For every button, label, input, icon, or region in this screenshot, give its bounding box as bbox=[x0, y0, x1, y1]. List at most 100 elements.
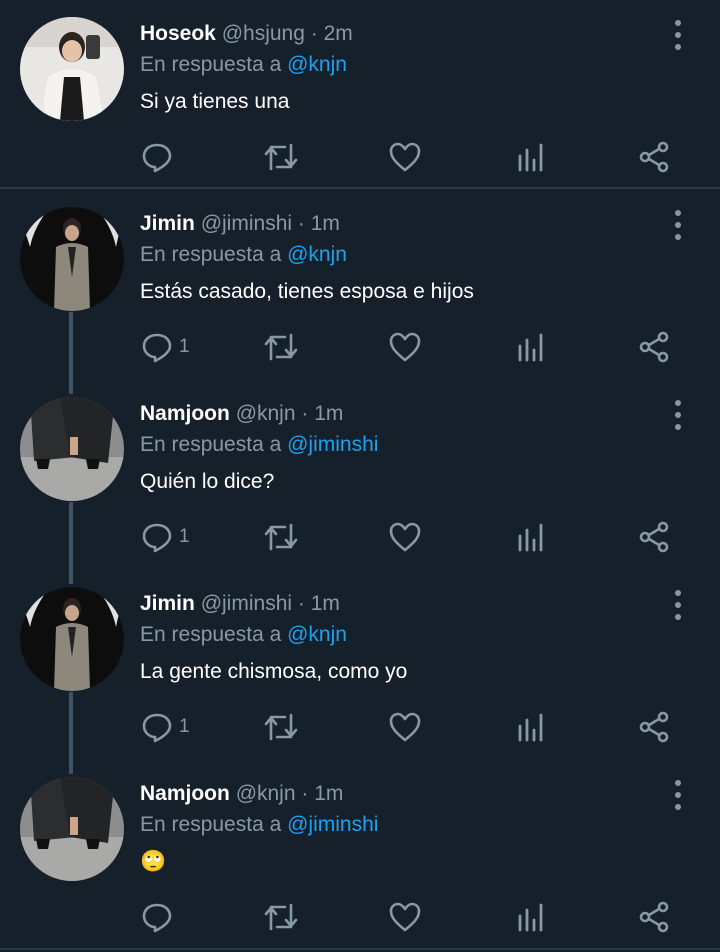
share-button[interactable] bbox=[638, 708, 670, 746]
timestamp[interactable]: 1m bbox=[311, 212, 340, 235]
like-icon bbox=[389, 142, 421, 172]
tweet[interactable]: Jimin @jiminshi · 1m En respuesta a @knj… bbox=[0, 570, 720, 760]
avatar[interactable] bbox=[20, 17, 124, 121]
tweet-text: 🙄 bbox=[140, 850, 167, 873]
reply-icon bbox=[142, 903, 172, 933]
retweet-button[interactable] bbox=[263, 138, 299, 176]
author-handle[interactable]: @jiminshi bbox=[201, 212, 292, 235]
more-icon[interactable] bbox=[668, 590, 688, 620]
reply-count: 1 bbox=[179, 526, 190, 547]
stats-button[interactable] bbox=[516, 708, 546, 746]
reply-prefix: En respuesta a bbox=[140, 433, 282, 456]
share-button[interactable] bbox=[638, 518, 670, 556]
tweet-header: Jimin @jiminshi · 1m bbox=[140, 210, 340, 238]
like-button[interactable] bbox=[389, 708, 421, 746]
reply-button[interactable] bbox=[141, 138, 179, 176]
reply-icon bbox=[142, 333, 172, 363]
tweet-text: Estás casado, tienes esposa e hijos bbox=[140, 280, 474, 303]
avatar[interactable] bbox=[20, 207, 124, 311]
share-button[interactable] bbox=[638, 328, 670, 366]
author-handle[interactable]: @knjn bbox=[236, 402, 296, 425]
retweet-button[interactable] bbox=[263, 328, 299, 366]
tweet-text: Si ya tienes una bbox=[140, 90, 290, 113]
like-button[interactable] bbox=[389, 328, 421, 366]
avatar[interactable] bbox=[20, 397, 124, 501]
stats-icon bbox=[518, 903, 543, 932]
more-icon[interactable] bbox=[668, 20, 688, 50]
author-handle[interactable]: @jiminshi bbox=[201, 592, 292, 615]
separator-dot: · bbox=[297, 592, 305, 615]
action-bar bbox=[0, 138, 720, 176]
like-button[interactable] bbox=[389, 138, 421, 176]
tweet-header: Namjoon @knjn · 1m bbox=[140, 780, 343, 808]
like-icon bbox=[389, 522, 421, 552]
stats-button[interactable] bbox=[516, 898, 546, 936]
retweet-button[interactable] bbox=[263, 898, 299, 936]
action-bar: 1 bbox=[0, 708, 720, 746]
share-icon bbox=[639, 711, 669, 743]
stats-icon bbox=[518, 143, 543, 172]
stats-button[interactable] bbox=[516, 328, 546, 366]
retweet-button[interactable] bbox=[263, 708, 299, 746]
reply-context: En respuesta a @jiminshi bbox=[140, 431, 378, 459]
tweet[interactable]: Namjoon @knjn · 1m En respuesta a @jimin… bbox=[0, 760, 720, 950]
reply-icon bbox=[142, 523, 172, 553]
reply-mention[interactable]: @knjn bbox=[287, 623, 347, 646]
separator-dot: · bbox=[297, 212, 305, 235]
timestamp[interactable]: 2m bbox=[324, 22, 353, 45]
reply-button[interactable]: 1 bbox=[141, 708, 190, 746]
more-icon[interactable] bbox=[668, 400, 688, 430]
share-button[interactable] bbox=[638, 138, 670, 176]
author-name[interactable]: Namjoon bbox=[140, 782, 230, 805]
like-icon bbox=[389, 332, 421, 362]
share-icon bbox=[639, 141, 669, 173]
timestamp[interactable]: 1m bbox=[314, 402, 343, 425]
avatar[interactable] bbox=[20, 587, 124, 691]
retweet-icon bbox=[264, 523, 298, 551]
reply-mention[interactable]: @knjn bbox=[287, 243, 347, 266]
more-icon[interactable] bbox=[668, 780, 688, 810]
like-icon bbox=[389, 712, 421, 742]
share-icon bbox=[639, 521, 669, 553]
author-handle[interactable]: @hsjung bbox=[222, 22, 305, 45]
reply-context: En respuesta a @knjn bbox=[140, 241, 347, 269]
reply-prefix: En respuesta a bbox=[140, 813, 282, 836]
avatar[interactable] bbox=[20, 777, 124, 881]
tweet-header: Jimin @jiminshi · 1m bbox=[140, 590, 340, 618]
reply-button[interactable]: 1 bbox=[141, 328, 190, 366]
like-button[interactable] bbox=[389, 898, 421, 936]
share-icon bbox=[639, 331, 669, 363]
stats-icon bbox=[518, 333, 543, 362]
author-name[interactable]: Namjoon bbox=[140, 402, 230, 425]
reply-button[interactable] bbox=[141, 898, 179, 936]
tweet-header: Hoseok @hsjung · 2m bbox=[140, 20, 353, 48]
author-handle[interactable]: @knjn bbox=[236, 782, 296, 805]
separator-dot: · bbox=[301, 782, 309, 805]
reply-mention[interactable]: @jiminshi bbox=[287, 433, 378, 456]
timestamp[interactable]: 1m bbox=[311, 592, 340, 615]
share-button[interactable] bbox=[638, 898, 670, 936]
timestamp[interactable]: 1m bbox=[314, 782, 343, 805]
reply-prefix: En respuesta a bbox=[140, 623, 282, 646]
reply-context: En respuesta a @knjn bbox=[140, 621, 347, 649]
reply-context: En respuesta a @knjn bbox=[140, 51, 347, 79]
author-name[interactable]: Hoseok bbox=[140, 22, 216, 45]
reply-button[interactable]: 1 bbox=[141, 518, 190, 556]
more-icon[interactable] bbox=[668, 210, 688, 240]
like-button[interactable] bbox=[389, 518, 421, 556]
author-name[interactable]: Jimin bbox=[140, 592, 195, 615]
tweet[interactable]: Hoseok @hsjung · 2m En respuesta a @knjn… bbox=[0, 0, 720, 190]
retweet-button[interactable] bbox=[263, 518, 299, 556]
reply-prefix: En respuesta a bbox=[140, 243, 282, 266]
stats-button[interactable] bbox=[516, 138, 546, 176]
reply-mention[interactable]: @knjn bbox=[287, 53, 347, 76]
tweet-text: Quién lo dice? bbox=[140, 470, 275, 493]
share-icon bbox=[639, 901, 669, 933]
stats-button[interactable] bbox=[516, 518, 546, 556]
author-name[interactable]: Jimin bbox=[140, 212, 195, 235]
tweet[interactable]: Namjoon @knjn · 1m En respuesta a @jimin… bbox=[0, 380, 720, 570]
reply-mention[interactable]: @jiminshi bbox=[287, 813, 378, 836]
tweet[interactable]: Jimin @jiminshi · 1m En respuesta a @knj… bbox=[0, 190, 720, 380]
retweet-icon bbox=[264, 713, 298, 741]
stats-icon bbox=[518, 713, 543, 742]
